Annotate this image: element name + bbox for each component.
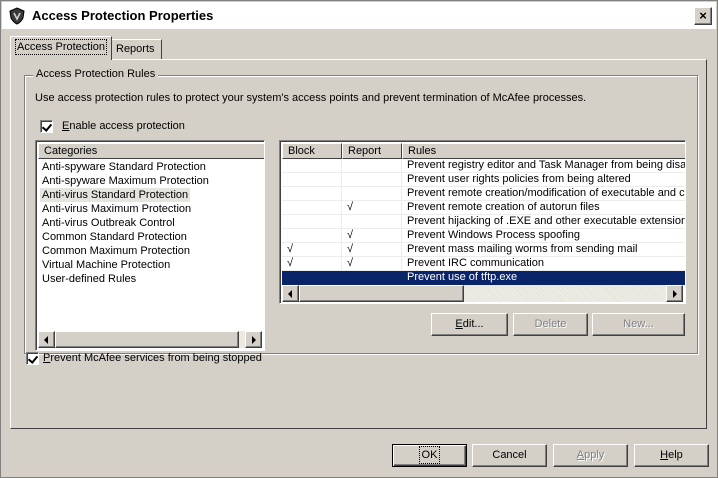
category-item[interactable]: Anti-spyware Maximum Protection [40,174,211,188]
group-title: Access Protection Rules [33,68,159,80]
new-button[interactable]: New... [592,313,685,336]
scroll-right-button[interactable] [245,331,262,348]
rule-row[interactable]: √ Prevent Windows Process spoofing [282,229,685,243]
report-cell [342,215,402,229]
categories-column-header[interactable]: Categories [38,143,264,159]
prevent-services-stop-label[interactable]: Prevent McAfee services from being stopp… [43,352,262,364]
category-item[interactable]: Anti-virus Maximum Protection [40,202,193,216]
report-cell: √ [342,229,402,243]
rule-row[interactable]: √ √ Prevent mass mailing worms from sendin… [282,243,685,257]
report-cell: √ [342,201,402,215]
category-item[interactable]: Anti-virus Outbreak Control [40,216,177,230]
title-bar[interactable]: Access Protection Properties × [2,2,716,30]
close-icon: × [699,8,707,23]
group-description: Use access protection rules to protect y… [35,92,587,104]
rules-list[interactable]: Block Report Rules Prevent registry edit… [279,140,686,304]
categories-horizontal-scrollbar[interactable] [38,331,262,348]
block-cell [282,229,342,243]
rule-name-cell: Prevent Windows Process spoofing [402,229,685,243]
report-cell [342,173,402,187]
arrow-right-icon [252,336,256,344]
block-cell [282,187,342,201]
category-item[interactable]: Virtual Machine Protection [40,258,172,272]
enable-access-protection-checkbox[interactable] [40,120,53,133]
scroll-thumb[interactable] [299,285,464,302]
report-cell [342,271,402,285]
rule-row[interactable]: Prevent registry editor and Task Manager… [282,159,685,173]
cancel-button[interactable]: Cancel [472,444,547,467]
block-cell [282,201,342,215]
categories-header: Categories [38,143,264,159]
report-cell: √ [342,243,402,257]
scroll-thumb[interactable] [55,331,239,348]
rule-name-cell: Prevent IRC communication [402,257,685,271]
ok-button[interactable]: OK [392,444,467,467]
categories-list[interactable]: Categories Anti-spyware Standard Protect… [35,140,265,351]
category-item[interactable]: Anti-spyware Standard Protection [40,160,208,174]
block-cell: √ [282,257,342,271]
block-column-header[interactable]: Block [282,143,342,159]
delete-button[interactable]: Delete [513,313,588,336]
rule-name-cell: Prevent hijacking of .EXE and other exec… [402,215,685,229]
enable-access-protection-label[interactable]: Enable access protection [62,120,185,132]
rules-header: Block Report Rules [282,143,685,159]
category-item[interactable]: Anti-virus Standard Protection [40,188,191,202]
arrow-left-icon [44,336,48,344]
block-cell [282,173,342,187]
apply-button[interactable]: Apply [553,444,628,467]
tab-access-protection[interactable]: Access Protection [10,36,113,60]
block-cell [282,215,342,229]
mcafee-shield-icon [9,7,25,25]
scroll-left-button[interactable] [282,285,299,302]
category-item[interactable]: Common Maximum Protection [40,244,192,258]
arrow-left-icon [288,290,292,298]
scroll-right-button[interactable] [666,285,683,302]
window-title: Access Protection Properties [32,8,214,23]
rule-row[interactable]: Prevent hijacking of .EXE and other exec… [282,215,685,229]
report-cell: √ [342,257,402,271]
scroll-left-button[interactable] [38,331,55,348]
access-protection-rules-group: Access Protection Rules Use access prote… [24,68,698,354]
block-cell: √ [282,243,342,257]
category-item[interactable]: Common Standard Protection [40,230,189,244]
rule-row[interactable]: √ Prevent remote creation of autorun file… [282,201,685,215]
block-cell [282,271,342,285]
report-cell [342,187,402,201]
rule-name-cell: Prevent registry editor and Task Manager… [402,159,685,173]
rule-name-cell: Prevent use of tftp.exe [402,271,685,285]
prevent-services-stop-checkbox[interactable] [26,352,39,365]
rule-name-cell: Prevent remote creation of autorun files [402,201,685,215]
rule-name-cell: Prevent mass mailing worms from sending … [402,243,685,257]
tab-panel: Access Protection Rules Use access prote… [10,59,707,429]
rule-row[interactable]: Prevent use of tftp.exe [282,271,685,285]
rules-horizontal-scrollbar[interactable] [282,285,683,302]
report-cell [342,159,402,173]
report-column-header[interactable]: Report [342,143,402,159]
rule-row[interactable]: √ √ Prevent IRC communication [282,257,685,271]
block-cell [282,159,342,173]
tab-reports[interactable]: Reports [109,39,162,59]
rule-name-cell: Prevent user rights policies from being … [402,173,685,187]
dialog-window: Access Protection Properties × Access Pr… [0,0,718,478]
help-button[interactable]: Help [634,444,709,467]
arrow-right-icon [673,290,677,298]
rule-name-cell: Prevent remote creation/modification of … [402,187,685,201]
rule-row[interactable]: Prevent remote creation/modification of … [282,187,685,201]
close-button[interactable]: × [694,7,712,25]
rules-column-header[interactable]: Rules [402,143,685,159]
edit-button[interactable]: Edit... [431,313,508,336]
rule-row[interactable]: Prevent user rights policies from being … [282,173,685,187]
category-item[interactable]: User-defined Rules [40,272,138,286]
